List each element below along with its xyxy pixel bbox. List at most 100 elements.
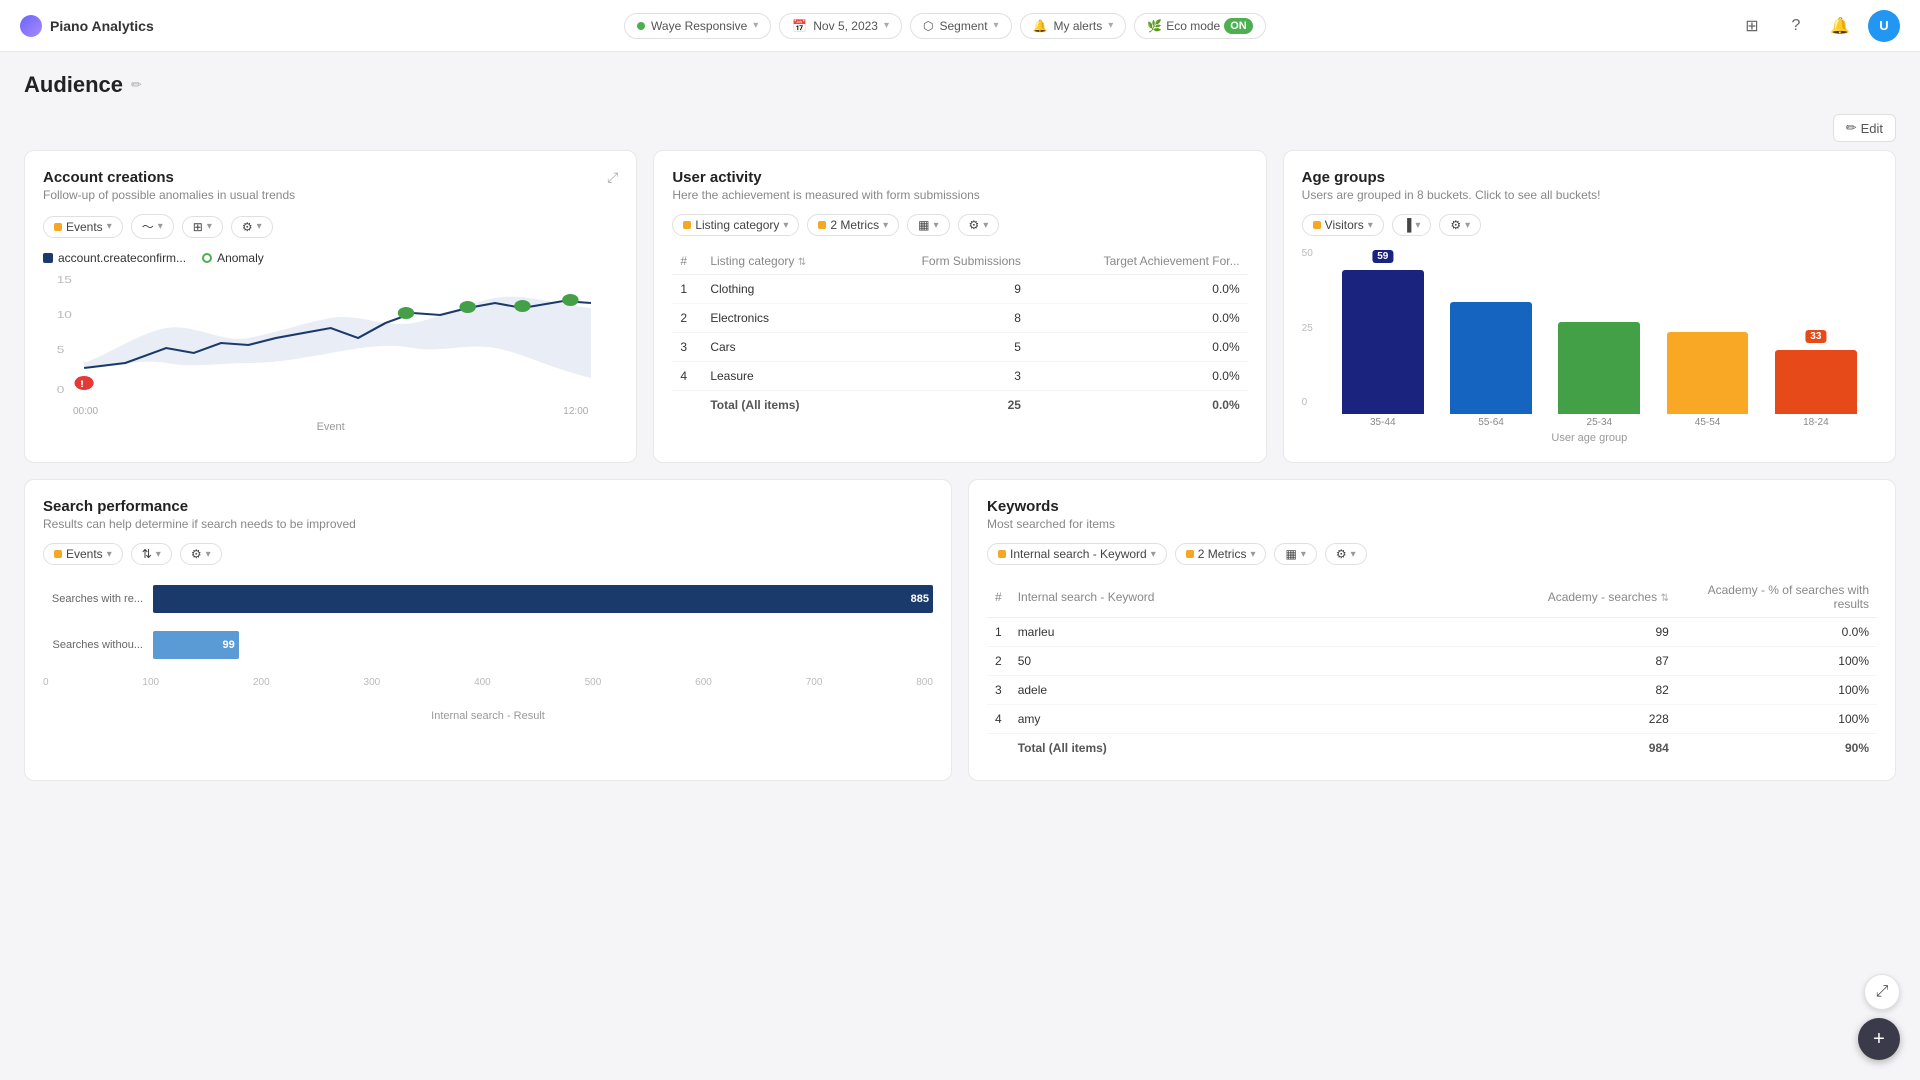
- age-bar-18-24[interactable]: 33 18-24: [1765, 350, 1867, 428]
- alerts-label: My alerts: [1054, 19, 1103, 33]
- row-keyword: amy: [1010, 705, 1486, 734]
- row-searches: 87: [1485, 647, 1677, 676]
- table-row: 1 Clothing 9 0.0%: [672, 275, 1247, 304]
- age-bars: 59 35-44 55-64 25-34: [1332, 268, 1867, 428]
- search-bar-chart: Searches with re... 885 Searches withou.…: [43, 577, 933, 708]
- row-searches: 99: [1485, 618, 1677, 647]
- col-target: Target Achievement For...: [1029, 248, 1248, 275]
- brand-icon: [20, 15, 42, 37]
- keywords-subtitle: Most searched for items: [987, 517, 1877, 531]
- kw-total-label: Total (All items): [1010, 734, 1486, 763]
- row-num: 2: [672, 304, 702, 333]
- kw-metrics-color: [1186, 550, 1194, 558]
- search-settings-pill[interactable]: ⚙ ▾: [180, 543, 222, 565]
- age-bar-35-44[interactable]: 59 35-44: [1332, 270, 1434, 428]
- share-fab[interactable]: ⤢: [1864, 974, 1900, 1010]
- bar-chart-pill[interactable]: ▐ ▾: [1392, 214, 1432, 236]
- eco-mode[interactable]: 🌿 Eco mode ON: [1134, 13, 1265, 39]
- alerts-selector[interactable]: 🔔 My alerts ▾: [1020, 13, 1127, 39]
- kw-gear-icon: ⚙: [1336, 547, 1347, 561]
- search-title: Search performance: [43, 498, 933, 515]
- sort-icon[interactable]: ⇅: [798, 257, 806, 268]
- bar-value-without: 99: [223, 639, 235, 651]
- gear-icon: ⚙: [242, 220, 253, 234]
- user-activity-filters: Listing category ▾ 2 Metrics ▾ ▦ ▾ ⚙ ▾: [672, 214, 1247, 236]
- search-x-title: Internal search - Result: [43, 710, 933, 722]
- help-icon[interactable]: ?: [1780, 10, 1812, 42]
- account-creations-subtitle: Follow-up of possible anomalies in usual…: [43, 188, 295, 202]
- row-num: 1: [672, 275, 702, 304]
- keywords-title: Keywords: [987, 498, 1877, 515]
- settings-pill[interactable]: ⚙ ▾: [231, 216, 273, 238]
- edit-pencil-icon[interactable]: ✏: [131, 77, 142, 93]
- ua-settings-pill[interactable]: ⚙ ▾: [958, 214, 1000, 236]
- add-fab[interactable]: +: [1858, 1018, 1900, 1060]
- grid-icon[interactable]: ⊞: [1736, 10, 1768, 42]
- age-settings-pill[interactable]: ⚙ ▾: [1439, 214, 1481, 236]
- table-row: 4 amy 228 100%: [987, 705, 1877, 734]
- user-activity-title: User activity: [672, 169, 1247, 186]
- age-gear-icon: ⚙: [1450, 218, 1461, 232]
- anomaly-dot: [202, 253, 212, 263]
- age-bar-45-54[interactable]: 45-54: [1656, 332, 1758, 428]
- notification-icon[interactable]: 🔔: [1824, 10, 1856, 42]
- brand[interactable]: Piano Analytics: [20, 15, 154, 37]
- visitors-color: [1313, 221, 1321, 229]
- series-label: account.createconfirm...: [58, 251, 186, 265]
- bar-label-without: Searches withou...: [43, 639, 153, 651]
- series-dot: [43, 253, 53, 263]
- table-arrow: ▾: [207, 221, 212, 232]
- kw-total-searches: 984: [1485, 734, 1677, 763]
- row-target: 0.0%: [1029, 275, 1248, 304]
- keyword-pill[interactable]: Internal search - Keyword ▾: [987, 543, 1167, 565]
- keyword-label: Internal search - Keyword: [1010, 547, 1147, 561]
- kw-col-pct: Academy - % of searches with results: [1677, 577, 1877, 618]
- bar-row-results: Searches with re... 885: [43, 585, 933, 613]
- x-axis: 0 100 200 300 400 500 600 700 800: [43, 677, 933, 688]
- kw-col-num: #: [987, 577, 1010, 618]
- col-submissions: Form Submissions: [863, 248, 1029, 275]
- kw-settings-pill[interactable]: ⚙ ▾: [1325, 543, 1367, 565]
- bottom-row: Search performance Results can help dete…: [24, 479, 1896, 781]
- site-selector[interactable]: Waye Responsive ▾: [624, 13, 771, 39]
- search-events-pill[interactable]: Events ▾: [43, 543, 123, 565]
- row-pct: 0.0%: [1677, 618, 1877, 647]
- keywords-filters: Internal search - Keyword ▾ 2 Metrics ▾ …: [987, 543, 1877, 565]
- chart-type-pill[interactable]: 〜 ▾: [131, 214, 174, 239]
- listing-pill[interactable]: Listing category ▾: [672, 214, 799, 236]
- search-gear-icon: ⚙: [191, 547, 202, 561]
- kw-total-pct: 90%: [1677, 734, 1877, 763]
- events-label: Events: [66, 220, 103, 234]
- row-num: 4: [987, 705, 1010, 734]
- kw-table-pill[interactable]: ▦ ▾: [1274, 543, 1316, 565]
- segment-selector[interactable]: ⬡ Segment ▾: [910, 13, 1012, 39]
- fab-wrap: ⤢ +: [1858, 974, 1900, 1060]
- edit-button[interactable]: ✏ Edit: [1833, 114, 1896, 142]
- search-sort-pill[interactable]: ⇅ ▾: [131, 543, 172, 565]
- metrics-pill[interactable]: 2 Metrics ▾: [807, 214, 899, 236]
- age-bar-25-34[interactable]: 25-34: [1548, 322, 1650, 428]
- edit-area: ✏ Edit: [24, 114, 1896, 142]
- page-title: Audience: [24, 72, 123, 98]
- kw-sort-icon[interactable]: ⇅: [1660, 593, 1668, 604]
- row-submissions: 3: [863, 362, 1029, 391]
- svg-text:!: !: [80, 379, 84, 389]
- expand-icon[interactable]: ⤢: [607, 169, 618, 186]
- visitors-pill[interactable]: Visitors ▾: [1302, 214, 1384, 236]
- eco-label: Eco mode: [1166, 19, 1220, 33]
- events-pill[interactable]: Events ▾: [43, 216, 123, 238]
- ua-table-pill[interactable]: ▦ ▾: [907, 214, 949, 236]
- table-row: 3 adele 82 100%: [987, 676, 1877, 705]
- row-keyword: adele: [1010, 676, 1486, 705]
- date-selector[interactable]: 📅 Nov 5, 2023 ▾: [779, 13, 902, 39]
- age-groups-subtitle: Users are grouped in 8 buckets. Click to…: [1302, 188, 1877, 202]
- listing-color: [683, 221, 691, 229]
- age-bar-55-64[interactable]: 55-64: [1440, 302, 1542, 428]
- row-pct: 100%: [1677, 676, 1877, 705]
- brand-name: Piano Analytics: [50, 18, 154, 34]
- kw-metrics-pill[interactable]: 2 Metrics ▾: [1175, 543, 1267, 565]
- avatar[interactable]: U: [1868, 10, 1900, 42]
- date-caret: ▾: [884, 20, 889, 31]
- age-filters: Visitors ▾ ▐ ▾ ⚙ ▾: [1302, 214, 1877, 236]
- table-view-pill[interactable]: ⊞ ▾: [182, 216, 223, 238]
